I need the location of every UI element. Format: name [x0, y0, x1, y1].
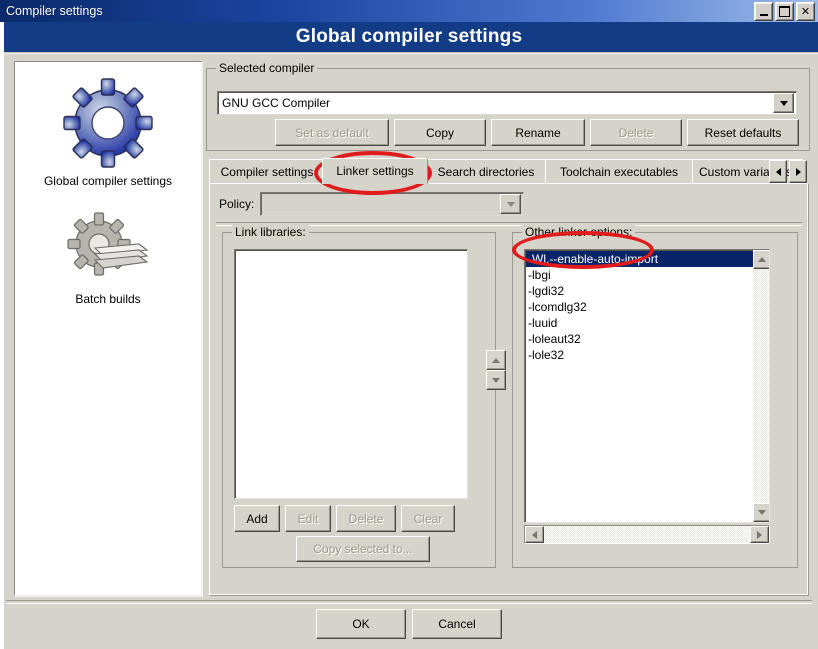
- close-icon: ✕: [800, 5, 811, 18]
- other-linker-options-textarea[interactable]: -Wl,--enable-auto-import -lbgi -lgdi32 -…: [524, 249, 770, 523]
- vertical-scrollbar-track[interactable]: [753, 267, 769, 505]
- gear-icon: [63, 78, 153, 168]
- cancel-button[interactable]: Cancel: [412, 609, 502, 639]
- list-item[interactable]: -lbgi: [526, 267, 769, 283]
- minimize-button[interactable]: [754, 2, 773, 21]
- chevron-down-icon[interactable]: [773, 93, 794, 113]
- sidebar-item-label: Batch builds: [75, 292, 141, 306]
- link-libraries-group: Link libraries: Add Edit Delete Clear Co…: [222, 225, 496, 568]
- header-divider: [0, 52, 818, 55]
- clear-libraries-button[interactable]: Clear: [401, 505, 455, 532]
- chevron-down-icon: [492, 377, 500, 383]
- tab-scroll-left-button[interactable]: [769, 160, 787, 183]
- window-title: Compiler settings: [6, 4, 103, 18]
- compiler-select-value: GNU GCC Compiler: [222, 96, 331, 110]
- compiler-settings-dialog: Compiler settings ✕ Global compiler sett…: [0, 0, 818, 649]
- page-header: Global compiler settings: [0, 22, 818, 52]
- link-libraries-actions: Add Edit Delete Clear: [234, 505, 470, 532]
- list-item[interactable]: -loleaut32: [526, 331, 769, 347]
- tab-compiler-settings[interactable]: Compiler settings: [209, 159, 325, 183]
- add-library-button[interactable]: Add: [234, 505, 280, 532]
- minimize-icon: [759, 13, 768, 16]
- delete-compiler-button[interactable]: Delete: [590, 119, 682, 146]
- tab-scroll-controls: [769, 160, 807, 183]
- sidebar-item-batch-builds[interactable]: Batch builds: [15, 210, 201, 306]
- chevron-down-icon: [758, 510, 766, 515]
- scroll-up-button[interactable]: [753, 250, 769, 269]
- scroll-down-button[interactable]: [753, 503, 769, 522]
- chevron-down-icon[interactable]: [500, 194, 522, 214]
- move-up-button[interactable]: [486, 350, 506, 370]
- list-item[interactable]: -Wl,--enable-auto-import: [526, 251, 769, 267]
- sidebar-panel: Global compiler settings Batch builds: [14, 61, 202, 596]
- delete-library-button[interactable]: Delete: [336, 505, 396, 532]
- selected-compiler-group-title: Selected compiler: [216, 61, 318, 75]
- window-controls: ✕: [754, 2, 815, 21]
- tab-search-directories[interactable]: Search directories: [426, 159, 546, 183]
- other-linker-options-group: Other linker options: -Wl,--enable-auto-…: [512, 225, 798, 568]
- other-linker-options-rows: -Wl,--enable-auto-import -lbgi -lgdi32 -…: [525, 250, 769, 363]
- window-left-filler: [4, 55, 9, 649]
- link-libraries-listbox[interactable]: [234, 249, 468, 499]
- gear-stack-icon: [67, 212, 149, 276]
- tab-linker-settings[interactable]: Linker settings: [322, 158, 428, 184]
- compiler-select[interactable]: GNU GCC Compiler: [217, 91, 797, 115]
- policy-select[interactable]: [260, 192, 525, 216]
- close-button[interactable]: ✕: [796, 2, 815, 21]
- list-item[interactable]: -lcomdlg32: [526, 299, 769, 315]
- maximize-button[interactable]: [775, 2, 794, 21]
- tab-scroll-right-button[interactable]: [789, 160, 807, 183]
- vertical-scrollbar[interactable]: [753, 250, 769, 522]
- scroll-right-button[interactable]: [750, 526, 769, 543]
- copy-selected-to-button[interactable]: Copy selected to...: [296, 536, 430, 562]
- list-item[interactable]: -lole32: [526, 347, 769, 363]
- reset-defaults-button[interactable]: Reset defaults: [687, 119, 799, 146]
- list-item[interactable]: -luuid: [526, 315, 769, 331]
- settings-tabstrip: Compiler settings Linker settings Search…: [209, 158, 807, 184]
- move-down-button[interactable]: [486, 370, 506, 390]
- list-item[interactable]: -lgdi32: [526, 283, 769, 299]
- edit-library-button[interactable]: Edit: [285, 505, 331, 532]
- compiler-actions: Set as default Copy Rename Delete Reset …: [217, 119, 799, 146]
- horizontal-scrollbar[interactable]: [524, 525, 770, 544]
- dialog-footer: OK Cancel: [0, 609, 818, 641]
- rename-button[interactable]: Rename: [491, 119, 585, 146]
- settings-pane: Selected compiler GNU GCC Compiler Set a…: [206, 60, 810, 596]
- scroll-left-button[interactable]: [525, 526, 544, 543]
- selected-compiler-group: Selected compiler GNU GCC Compiler Set a…: [206, 61, 810, 151]
- window-titlebar: Compiler settings ✕: [0, 0, 818, 22]
- policy-row: Policy:: [219, 192, 525, 216]
- tab-toolchain-executables[interactable]: Toolchain executables: [545, 159, 693, 183]
- link-libraries-group-title: Link libraries:: [232, 225, 309, 239]
- maximize-icon: [779, 6, 790, 17]
- copy-button[interactable]: Copy: [394, 119, 486, 146]
- sidebar-item-label: Global compiler settings: [43, 174, 173, 188]
- linker-settings-panel: Policy: Link libraries: Add Edit Delete …: [209, 183, 809, 596]
- reorder-buttons: [486, 350, 506, 390]
- chevron-up-icon: [758, 257, 766, 262]
- other-linker-options-group-title: Other linker options:: [522, 225, 636, 239]
- sidebar-item-global-compiler-settings[interactable]: Global compiler settings: [15, 76, 201, 188]
- page-title: Global compiler settings: [295, 26, 523, 47]
- policy-label: Policy:: [219, 197, 255, 211]
- footer-divider: [6, 600, 812, 604]
- chevron-up-icon: [492, 357, 500, 363]
- set-as-default-button[interactable]: Set as default: [275, 119, 389, 146]
- ok-button[interactable]: OK: [316, 609, 406, 639]
